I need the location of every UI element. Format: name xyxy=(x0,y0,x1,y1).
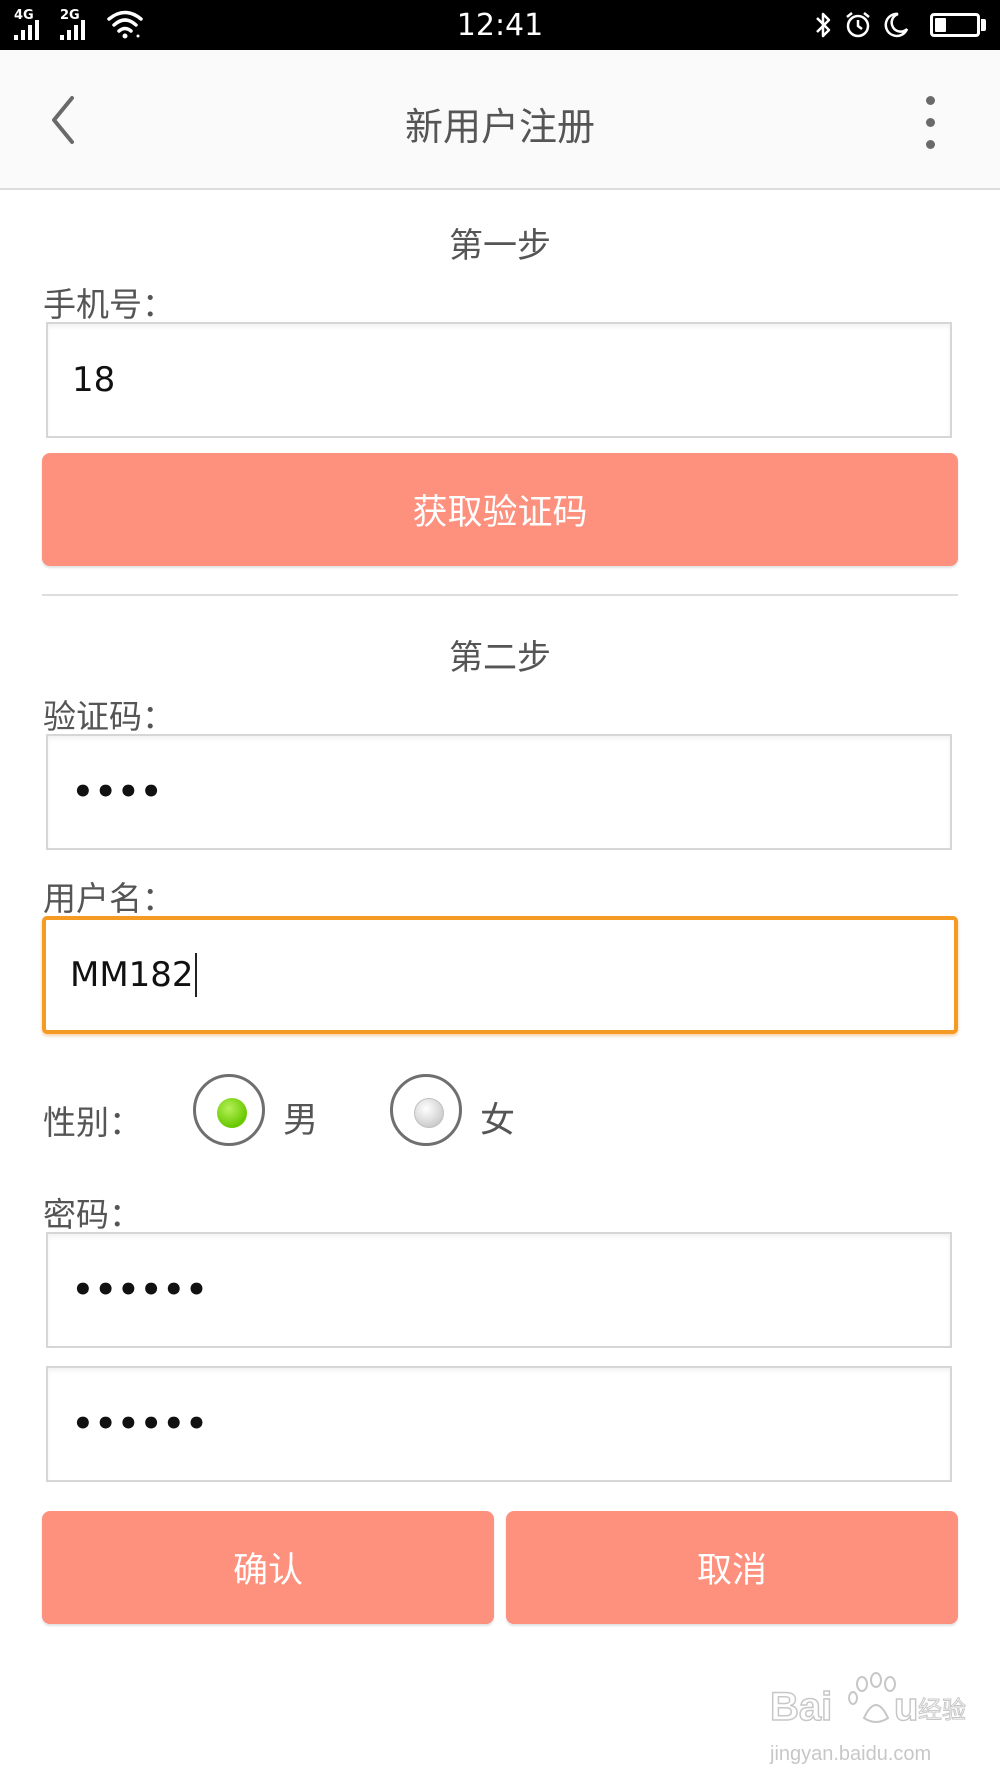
confirm-button[interactable]: 确认 xyxy=(42,1511,494,1624)
bluetooth-icon xyxy=(816,12,831,38)
svg-text:jingyan.baidu.com: jingyan.baidu.com xyxy=(769,1743,931,1765)
username-label: 用户名： xyxy=(43,879,175,918)
section-divider xyxy=(42,594,958,596)
password-confirm-input[interactable]: •••••• xyxy=(46,1366,952,1482)
gender-radio-male[interactable] xyxy=(193,1074,265,1146)
get-code-button[interactable]: 获取验证码 xyxy=(42,453,958,566)
svg-text:u: u xyxy=(894,1685,918,1729)
moon-icon xyxy=(884,12,909,38)
phone-input-value: 18 xyxy=(72,360,116,400)
step-one-title: 第一步 xyxy=(449,226,551,266)
battery-icon xyxy=(930,13,980,37)
radio-selected-icon xyxy=(217,1098,247,1128)
code-label: 验证码： xyxy=(43,697,175,736)
text-cursor xyxy=(194,953,197,997)
code-input[interactable]: •••• xyxy=(46,734,952,850)
password-input-value: •••••• xyxy=(72,1270,209,1310)
radio-unselected-icon xyxy=(414,1098,444,1128)
username-input-value: MM182 xyxy=(70,955,194,995)
alarm-icon xyxy=(846,12,870,38)
more-options-button[interactable] xyxy=(905,88,955,158)
page-title: 新用户注册 xyxy=(404,105,595,149)
step-two-title: 第二步 xyxy=(449,638,551,678)
gender-option-female-label: 女 xyxy=(480,1101,516,1141)
more-vert-icon xyxy=(926,96,935,105)
phone-label: 手机号： xyxy=(43,285,175,324)
status-bar: 4G 2G 12:41 xyxy=(0,0,1000,50)
code-input-value: •••• xyxy=(72,772,163,812)
username-input[interactable]: MM182 xyxy=(42,916,958,1034)
battery-tip xyxy=(981,19,986,31)
svg-text:Bai: Bai xyxy=(770,1685,832,1729)
password-confirm-input-value: •••••• xyxy=(72,1404,209,1444)
svg-text:经验: 经验 xyxy=(918,1696,966,1724)
phone-input[interactable]: 18 xyxy=(46,322,952,438)
baidu-watermark-logo: Bai u 经验 jingyan.baidu.com xyxy=(769,1672,966,1765)
gender-radio-female[interactable] xyxy=(390,1074,462,1146)
app-bar: 新用户注册 xyxy=(0,50,1000,190)
password-input[interactable]: •••••• xyxy=(46,1232,952,1348)
password-label: 密码： xyxy=(43,1195,142,1234)
gender-label: 性别： xyxy=(43,1103,142,1142)
cancel-button[interactable]: 取消 xyxy=(506,1511,958,1624)
gender-option-male-label: 男 xyxy=(283,1101,319,1141)
